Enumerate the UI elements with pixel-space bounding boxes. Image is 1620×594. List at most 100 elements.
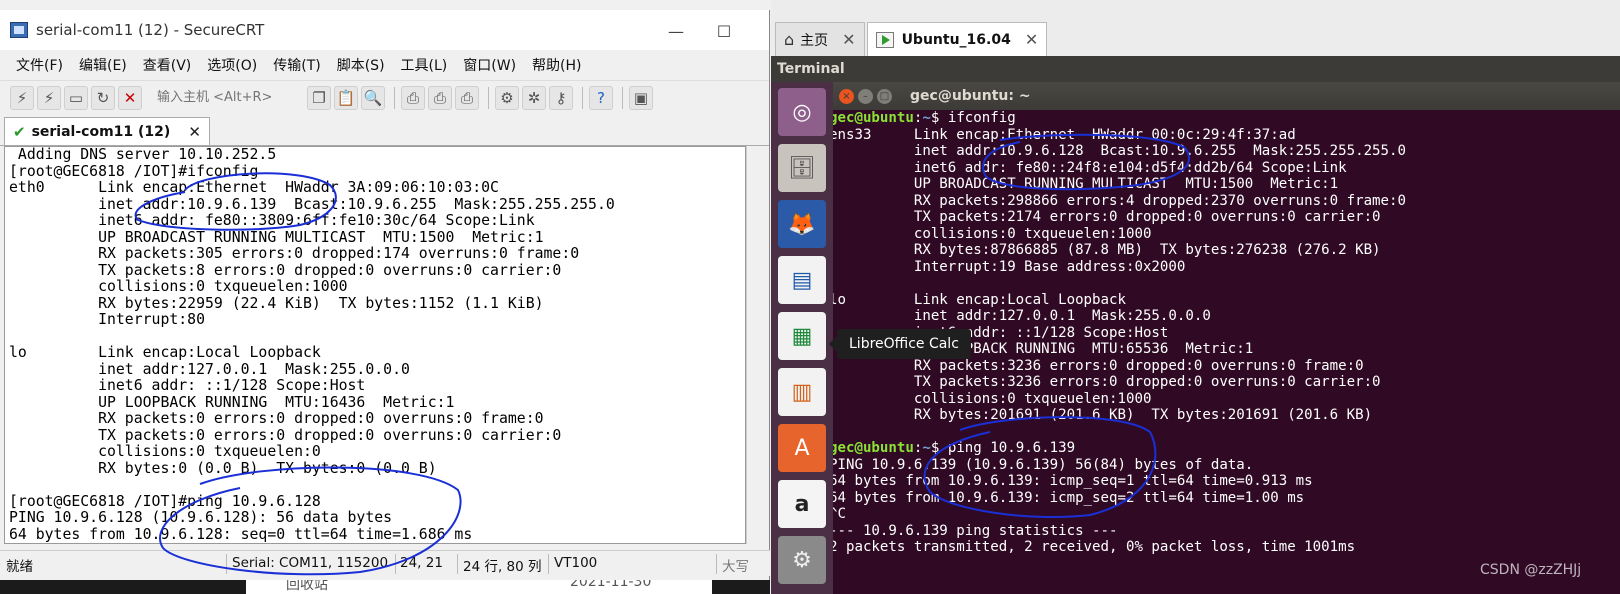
shell-prompt-user: gec@ubuntu	[833, 440, 914, 456]
find-icon[interactable]: 🔍	[361, 85, 385, 110]
terminal-line: RX packets:298866 errors:4 dropped:2370 …	[833, 192, 1406, 209]
system-settings-icon[interactable]: ⚙	[778, 536, 826, 584]
terminal-output[interactable]: Adding DNS server 10.10.252.5 [root@GEC68…	[4, 146, 746, 544]
close-icon[interactable]: ×	[839, 88, 854, 104]
terminal-line: RX packets:3236 errors:0 dropped:0 overr…	[833, 357, 1364, 374]
terminal-line: UP LOOPBACK RUNNING MTU:16436 Metric:1	[9, 393, 455, 411]
menu-item[interactable]: 编辑(E)	[79, 55, 127, 75]
amazon-icon[interactable]: a	[778, 480, 826, 528]
menu-item[interactable]: 传输(T)	[273, 55, 320, 75]
terminal-line: UP BROADCAST RUNNING MULTICAST MTU:1500 …	[9, 228, 544, 246]
terminal-title: gec@ubuntu: ~	[910, 88, 1031, 104]
terminal-line: collisions:0 txqueuelen:1000	[9, 278, 348, 295]
terminal-line: 2 packets transmitted, 2 received, 0% pa…	[833, 539, 1356, 555]
ubuntu-launcher: ◎ 🗄 🦊 ▤ ▦ ▥ A a ⚙	[771, 82, 833, 594]
print-selection-icon[interactable]: ⎙	[428, 85, 452, 110]
paste-icon[interactable]: 📋	[334, 85, 358, 110]
ubuntu-dash-icon[interactable]: ◎	[778, 88, 826, 136]
tab-label: serial-com11 (12)	[31, 123, 171, 140]
terminal-line: collisions:0 txqueuelen:1000	[833, 390, 1152, 407]
libreoffice-impress-icon[interactable]: ▥	[778, 368, 826, 416]
menu-item[interactable]: 窗口(W)	[463, 55, 516, 75]
home-icon: ⌂	[784, 30, 795, 49]
printer-icon[interactable]: ⎙	[455, 85, 479, 110]
disconnect-icon[interactable]: ✕	[118, 85, 142, 110]
terminal-line: collisions:0 txqueuelen:0	[9, 443, 321, 460]
ubuntu-desktop: Terminal ◎ 🗄 🦊 ▤ ▦ ▥ A a ⚙ × – □ gec@ubu…	[771, 56, 1620, 594]
menu-bar: 文件(F) 编辑(E) 查看(V) 选项(O) 传输(T) 脚本(S) 工具(L) 窗口(W)…	[0, 50, 769, 80]
minimize-icon[interactable]: —	[666, 22, 686, 41]
terminal-line: inet addr:127.0.0.1 Mask:255.0.0.0	[833, 308, 1211, 324]
close-icon[interactable]: ✕	[188, 123, 201, 141]
minimize-icon[interactable]: –	[858, 88, 873, 104]
maximize-icon[interactable]: □	[877, 88, 892, 104]
terminal-line: Interrupt:19 Base address:0x2000	[833, 258, 1186, 275]
terminal-line: TX packets:3236 errors:0 dropped:0 overr…	[833, 374, 1381, 390]
terminal-line: RX packets:0 errors:0 dropped:0 overruns…	[9, 410, 544, 427]
firefox-icon[interactable]: 🦊	[778, 200, 826, 248]
global-options-icon[interactable]: ✲	[522, 85, 546, 110]
terminal-title-bar[interactable]: × – □ gec@ubuntu: ~	[833, 82, 1620, 110]
maximize-icon[interactable]: ☐	[714, 22, 734, 41]
terminal-line: 64 bytes from 10.9.6.128: seq=0 ttl=64 t…	[9, 525, 473, 543]
status-separator	[548, 554, 549, 574]
menu-item[interactable]: 帮助(H)	[532, 55, 581, 75]
status-serial: Serial: COM11, 115200	[232, 555, 389, 571]
title-bar[interactable]: serial-com11 (12) - SecureCRT — ☐	[0, 10, 769, 50]
status-cursor-position: 24, 21	[400, 555, 443, 571]
connect-tab-icon[interactable]: ▭	[64, 85, 88, 110]
tab-serial-com11[interactable]: ✔ serial-com11 (12) ✕	[4, 117, 210, 145]
vm-tab-bar: ⌂ 主页 ✕ Ubuntu_16.04 ✕	[771, 14, 1620, 56]
window-title: serial-com11 (12) - SecureCRT	[36, 21, 265, 39]
terminal-line: PING 10.9.6.128 (10.9.6.128): 56 data by…	[9, 509, 393, 526]
menu-item[interactable]: 工具(L)	[401, 55, 448, 75]
status-ready: 就绪	[6, 559, 33, 575]
terminal-line: TX packets:2174 errors:0 dropped:0 overr…	[833, 209, 1381, 225]
quick-connect-icon[interactable]: ⚡	[37, 85, 61, 110]
terminal-line: inet6 addr: fe80::3809:6ff:fe10:30c/64 S…	[9, 212, 535, 229]
terminal-line: PING 10.9.6.139 (10.9.6.139) 56(84) byte…	[833, 456, 1254, 473]
tab-ubuntu[interactable]: Ubuntu_16.04 ✕	[866, 22, 1048, 56]
terminal-line: Interrupt:80	[9, 311, 205, 328]
session-options-icon[interactable]: ⚙	[495, 85, 519, 110]
help-icon[interactable]: ?	[589, 85, 613, 110]
files-icon[interactable]: 🗄	[778, 144, 826, 192]
copy-icon[interactable]: ❐	[307, 85, 331, 110]
libreoffice-writer-icon[interactable]: ▤	[778, 256, 826, 304]
terminal-line: gec@ubuntu:~$ ping 10.9.6.139	[833, 440, 1406, 457]
key-icon[interactable]: ⚷	[549, 85, 573, 110]
vertical-scrollbar[interactable]	[746, 146, 768, 544]
terminal-line: RX bytes:0 (0.0 B) TX bytes:0 (0.0 B)	[9, 459, 437, 477]
tab-home-label: 主页	[800, 32, 829, 49]
terminal-line: inet6 addr: fe80::24f8:e104:d5f4:dd2b/64…	[833, 159, 1347, 176]
shell-prompt-path: ~	[922, 110, 931, 126]
connect-icon[interactable]: ⚡	[10, 85, 34, 110]
status-separator	[226, 554, 227, 574]
terminal-line: [root@GEC6818 /IOT]#ifconfig	[9, 162, 259, 180]
screen-icon[interactable]: ▣	[629, 85, 653, 110]
terminal-line: gec@ubuntu:~$ ifconfig	[833, 110, 1406, 127]
host-input[interactable]	[153, 85, 299, 110]
status-terminal-type: VT100	[554, 555, 598, 571]
launcher-tooltip: LibreOffice Calc	[829, 329, 971, 359]
close-icon[interactable]: ✕	[842, 30, 855, 49]
terminal-line: ^C	[833, 506, 846, 522]
print-icon[interactable]: ⎙	[401, 85, 425, 110]
terminal-line: inet addr:10.9.6.139 Bcast:10.9.6.255 Ma…	[9, 195, 615, 213]
vmware-menu-strip	[771, 0, 1620, 14]
close-icon[interactable]: ✕	[1025, 30, 1038, 49]
libreoffice-calc-icon[interactable]: ▦	[778, 312, 826, 360]
terminal-line: RX bytes:87866885 (87.8 MB) TX bytes:276…	[833, 242, 1381, 258]
shell-command: $ ping 10.9.6.139	[930, 440, 1076, 456]
tab-home[interactable]: ⌂ 主页 ✕	[775, 22, 865, 56]
menu-item[interactable]: 文件(F)	[16, 55, 63, 75]
menu-item[interactable]: 查看(V)	[143, 55, 192, 75]
connected-check-icon: ✔	[13, 122, 26, 141]
menu-item[interactable]: 脚本(S)	[337, 55, 385, 75]
software-center-icon[interactable]: A	[778, 424, 826, 472]
menu-item[interactable]: 选项(O)	[207, 55, 257, 75]
reconnect-icon[interactable]: ↻	[91, 85, 115, 110]
terminal-line: [root@GEC6818 /IOT]#ping 10.9.6.128	[9, 492, 321, 510]
